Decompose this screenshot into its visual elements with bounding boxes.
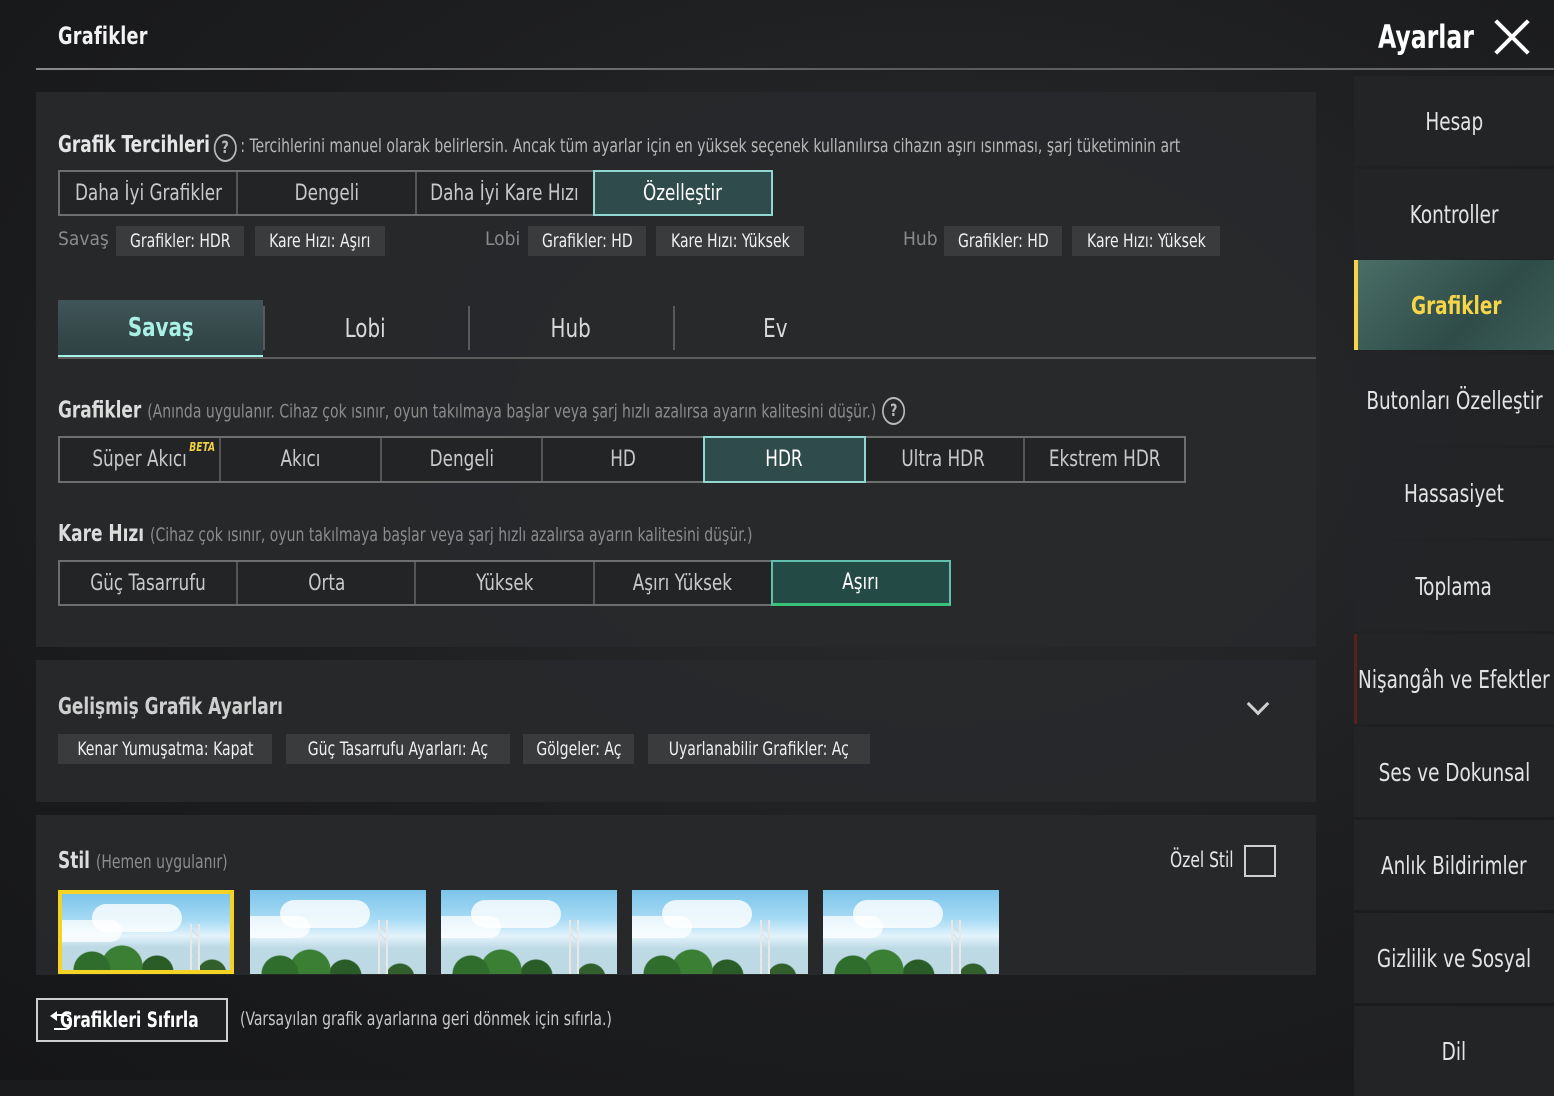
preset-hub-label: Hub: [903, 228, 938, 250]
graphics-label: Grafikler: [58, 397, 142, 424]
pref-option-better-fps[interactable]: Daha İyi Kare Hızı: [416, 172, 595, 214]
reset-graphics-button[interactable]: Grafikleri Sıfırla: [36, 998, 228, 1042]
pref-option-customize[interactable]: Özelleştir: [592, 170, 773, 216]
graphics-note: (Anında uygulanır. Cihaz çok ısınır, oyu…: [147, 400, 877, 423]
advanced-chip: Güç Tasarrufu Ayarları: Aç: [286, 734, 510, 764]
preset-summary: Savaş Grafikler: HDR Kare Hızı: Aşırı Lo…: [58, 226, 1318, 256]
advanced-chip: Uyarlanabilir Grafikler: Aç: [648, 734, 870, 764]
pref-option-better-graphics[interactable]: Daha İyi Grafikler: [60, 172, 239, 214]
settings-sidebar: Hesap Kontroller Grafikler Butonları Öze…: [1354, 74, 1554, 1096]
preferences-description: : Tercihlerini manuel olarak belirlersin…: [240, 135, 1181, 157]
preset-chip: Kare Hızı: Yüksek: [656, 226, 804, 256]
header-divider: [36, 68, 1554, 70]
frame-rate-selector: Güç Tasarrufu Orta Yüksek Aşırı Yüksek A…: [58, 560, 952, 606]
quality-option-ultra-hdr[interactable]: Ultra HDR: [863, 438, 1025, 481]
sidebar-item-bildirimler[interactable]: Anlık Bildirimler: [1354, 820, 1554, 910]
sidebar-item-grafikler[interactable]: Grafikler: [1354, 260, 1554, 350]
tab-lobi[interactable]: Lobi: [263, 300, 468, 358]
tab-hub[interactable]: Hub: [468, 300, 673, 358]
sidebar-item-butonlari-ozellestir[interactable]: Butonları Özelleştir: [1354, 355, 1554, 445]
tab-baseline: [58, 357, 1316, 359]
style-thumbnail[interactable]: [441, 890, 617, 974]
quality-option-balanced[interactable]: Dengeli: [382, 438, 544, 481]
tab-ev[interactable]: Ev: [673, 300, 878, 358]
quality-option-smooth[interactable]: Akıcı: [221, 438, 383, 481]
beta-badge: BETA: [189, 440, 215, 454]
help-icon[interactable]: ?: [213, 133, 237, 162]
tab-savas[interactable]: Savaş: [58, 300, 263, 358]
style-heading: Stil (Hemen uygulanır): [58, 848, 265, 874]
graphics-quality-selector: Süper Akıcı BETA Akıcı Dengeli HD HDR Ult…: [58, 436, 1186, 483]
advanced-chip: Kenar Yumuşatma: Kapat: [58, 734, 272, 764]
preset-savas-label: Savaş: [58, 228, 109, 250]
preferences-row: Grafik Tercihleri ? : Tercihlerini manue…: [58, 132, 1318, 162]
sidebar-item-toplama[interactable]: Toplama: [1354, 541, 1554, 631]
pref-option-balanced[interactable]: Dengeli: [238, 172, 417, 214]
preferences-selector: Daha İyi Grafikler Dengeli Daha İyi Kare…: [58, 170, 773, 216]
style-thumbnail[interactable]: [58, 890, 234, 974]
preset-lobi-label: Lobi: [485, 228, 521, 250]
preset-chip: Grafikler: HD: [944, 226, 1062, 256]
chevron-down-icon[interactable]: [1246, 696, 1268, 718]
fps-option-power-saving[interactable]: Güç Tasarrufu: [60, 562, 239, 604]
preset-chip: Grafikler: HDR: [116, 226, 244, 256]
mode-tabs: Savaş Lobi Hub Ev: [58, 300, 1316, 359]
custom-style-label: Özel Stil: [1170, 848, 1234, 872]
fps-option-medium[interactable]: Orta: [238, 562, 417, 604]
quality-option-super-smooth[interactable]: Süper Akıcı BETA: [60, 438, 222, 481]
section-title: Grafikler: [58, 22, 148, 50]
app-title: Ayarlar: [1378, 18, 1474, 56]
preferences-label: Grafik Tercihleri: [58, 132, 210, 158]
fps-option-extreme[interactable]: Aşırı: [770, 560, 952, 606]
sidebar-item-gizlilik[interactable]: Gizlilik ve Sosyal: [1354, 913, 1554, 1003]
help-icon[interactable]: ?: [882, 397, 906, 425]
custom-style-checkbox[interactable]: [1244, 845, 1276, 877]
reset-note: (Varsayılan grafik ayarlarına geri dönme…: [240, 1008, 612, 1030]
preset-chip: Kare Hızı: Yüksek: [1072, 226, 1220, 256]
graphics-heading: Grafikler (Anında uygulanır. Cihaz çok ı…: [58, 397, 1091, 425]
style-thumbnail[interactable]: [632, 890, 808, 974]
quality-option-hdr[interactable]: HDR: [702, 436, 866, 483]
style-thumbnail[interactable]: [250, 890, 426, 974]
sidebar-item-kontroller[interactable]: Kontroller: [1354, 169, 1554, 259]
frame-rate-label: Kare Hızı: [58, 521, 145, 547]
advanced-title[interactable]: Gelişmiş Grafik Ayarları: [58, 694, 332, 720]
sidebar-item-ses[interactable]: Ses ve Dokunsal: [1354, 727, 1554, 817]
fps-option-very-high[interactable]: Aşırı Yüksek: [594, 562, 773, 604]
sidebar-item-hassasiyet[interactable]: Hassasiyet: [1354, 448, 1554, 538]
sidebar-item-nisangah[interactable]: Nişangâh ve Efektler: [1354, 634, 1554, 724]
preset-chip: Grafikler: HD: [528, 226, 646, 256]
style-note: (Hemen uygulanır): [95, 851, 228, 873]
frame-rate-heading: Kare Hızı (Cihaz çok ısınır, oyun takılm…: [58, 521, 905, 547]
top-bar: Grafikler Ayarlar: [0, 0, 1554, 72]
close-icon[interactable]: [1490, 16, 1532, 58]
style-label: Stil: [58, 848, 90, 874]
quality-option-extreme-hdr[interactable]: Ekstrem HDR: [1024, 438, 1184, 481]
advanced-panel: [36, 660, 1316, 802]
sidebar-item-hesap[interactable]: Hesap: [1354, 76, 1554, 166]
fps-option-high[interactable]: Yüksek: [416, 562, 595, 604]
sidebar-item-dil[interactable]: Dil: [1354, 1006, 1554, 1096]
advanced-chip: Gölgeler: Aç: [523, 734, 634, 764]
style-thumbnail[interactable]: [823, 890, 999, 974]
frame-rate-note: (Cihaz çok ısınır, oyun takılmaya başlar…: [149, 524, 753, 546]
quality-option-hd[interactable]: HD: [543, 438, 705, 481]
preset-chip: Kare Hızı: Aşırı: [255, 226, 385, 256]
